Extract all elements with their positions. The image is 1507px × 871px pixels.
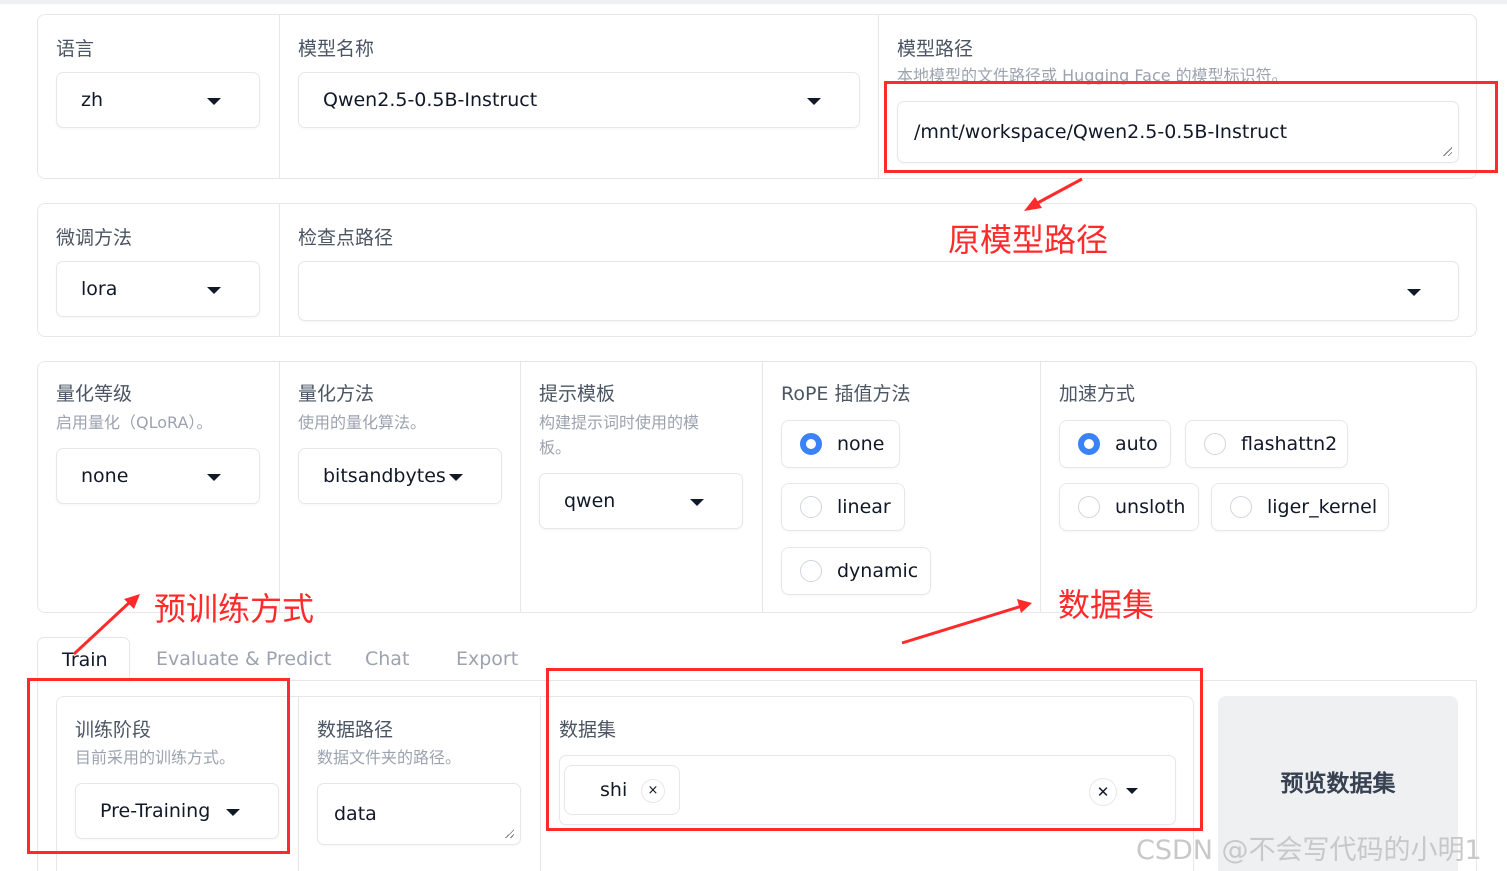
radio-label: auto (1115, 433, 1158, 455)
rope-option-linear[interactable]: linear (781, 483, 905, 531)
watermark: CSDN @不会写代码的小明1 (1136, 835, 1482, 866)
dataset-dir-label: 数据路径 (317, 719, 394, 741)
model-name-label: 模型名称 (298, 38, 375, 60)
language-label: 语言 (56, 38, 95, 60)
annotation-box-training-stage (27, 678, 290, 854)
finetune-method-value: lora (81, 278, 118, 300)
radio-selected-icon (800, 433, 822, 455)
model-name-value: Qwen2.5-0.5B-Instruct (323, 89, 538, 111)
booster-option-auto[interactable]: auto (1059, 420, 1171, 468)
quantization-method-dropdown[interactable]: bitsandbytes (298, 448, 502, 504)
dataset-dir-info: 数据文件夹的路径。 (317, 748, 462, 767)
annotation-model-path: 原模型路径 (948, 221, 1109, 259)
chevron-down-icon (207, 287, 221, 294)
booster-option-liger-kernel[interactable]: liger_kernel (1211, 483, 1389, 531)
annotation-box-dataset (546, 668, 1203, 831)
dataset-dir-field: 数据路径 数据文件夹的路径。 data (298, 697, 540, 871)
checkpoint-dropdown[interactable] (298, 261, 1459, 321)
quantization-bit-field: 量化等级 启用量化（QLoRA）。 none (38, 362, 279, 612)
radio-label: none (837, 433, 885, 455)
chevron-down-icon (207, 474, 221, 481)
rope-option-none[interactable]: none (781, 420, 900, 468)
quantization-bit-info: 启用量化（QLoRA）。 (56, 413, 213, 432)
template-value: qwen (564, 490, 616, 512)
radio-unselected-icon (1230, 496, 1252, 518)
quantization-method-field: 量化方法 使用的量化算法。 bitsandbytes (279, 362, 520, 612)
resize-handle-icon[interactable] (504, 828, 514, 838)
tab-label: Train (62, 649, 108, 671)
quantization-bit-value: none (81, 465, 129, 487)
advanced-settings-panel: 量化等级 启用量化（QLoRA）。 none 量化方法 使用的量化算法。 bit… (37, 361, 1477, 613)
quantization-method-info: 使用的量化算法。 (298, 413, 427, 432)
radio-unselected-icon (1078, 496, 1100, 518)
template-info: 构建提示词时使用的模板。 (539, 413, 700, 457)
rope-scaling-field: RoPE 插值方法 none linear dynamic (762, 362, 1040, 612)
chevron-down-icon (1407, 289, 1421, 296)
quantization-method-value: bitsandbytes (323, 465, 446, 487)
template-dropdown[interactable]: qwen (539, 473, 743, 529)
chevron-down-icon (449, 474, 463, 481)
chevron-down-icon (807, 98, 821, 105)
booster-option-flashattn2[interactable]: flashattn2 (1185, 420, 1348, 468)
booster-label: 加速方式 (1059, 383, 1136, 405)
finetune-method-dropdown[interactable]: lora (56, 261, 260, 317)
quantization-method-label: 量化方法 (298, 383, 375, 405)
tab-chat[interactable]: Chat (365, 648, 409, 670)
annotation-train-method: 预训练方式 (154, 590, 315, 628)
model-name-field: 模型名称 Qwen2.5-0.5B-Instruct (279, 15, 878, 178)
finetune-settings-panel: 微调方法 lora 检查点路径 (37, 203, 1477, 337)
language-field: 语言 zh (38, 15, 279, 178)
model-name-dropdown[interactable]: Qwen2.5-0.5B-Instruct (298, 72, 860, 128)
quantization-bit-label: 量化等级 (56, 383, 133, 405)
language-dropdown[interactable]: zh (56, 72, 260, 128)
checkpoint-label: 检查点路径 (298, 227, 394, 249)
annotation-box-model-path (884, 81, 1498, 173)
radio-unselected-icon (800, 496, 822, 518)
rope-scaling-label: RoPE 插值方法 (781, 383, 911, 405)
model-path-label: 模型路径 (897, 38, 974, 60)
dataset-dir-input[interactable]: data (317, 783, 521, 845)
radio-label: flashattn2 (1241, 433, 1338, 455)
radio-label: dynamic (837, 560, 919, 582)
language-value: zh (81, 89, 104, 111)
quantization-bit-dropdown[interactable]: none (56, 448, 260, 504)
radio-unselected-icon (1204, 433, 1226, 455)
dataset-dir-value: data (334, 803, 377, 825)
radio-unselected-icon (800, 560, 822, 582)
preview-dataset-label: 预览数据集 (1280, 771, 1396, 797)
rope-option-dynamic[interactable]: dynamic (781, 547, 931, 595)
tab-export[interactable]: Export (456, 648, 518, 670)
radio-label: liger_kernel (1267, 496, 1378, 518)
checkpoint-field: 检查点路径 (279, 204, 1478, 336)
chevron-down-icon (690, 499, 704, 506)
finetune-method-field: 微调方法 lora (38, 204, 279, 336)
top-divider (0, 0, 1507, 4)
chevron-down-icon (207, 98, 221, 105)
finetune-method-label: 微调方法 (56, 227, 133, 249)
booster-option-unsloth[interactable]: unsloth (1059, 483, 1199, 531)
template-label: 提示模板 (539, 383, 616, 405)
booster-field: 加速方式 auto flashattn2 unsloth liger_kerne… (1040, 362, 1478, 612)
radio-label: unsloth (1115, 496, 1186, 518)
annotation-dataset: 数据集 (1058, 586, 1155, 624)
template-field: 提示模板 构建提示词时使用的模板。 qwen (520, 362, 762, 612)
radio-selected-icon (1078, 433, 1100, 455)
tab-evaluate-predict[interactable]: Evaluate & Predict (156, 648, 331, 670)
tab-train[interactable]: Train (37, 637, 130, 682)
radio-label: linear (837, 496, 891, 518)
